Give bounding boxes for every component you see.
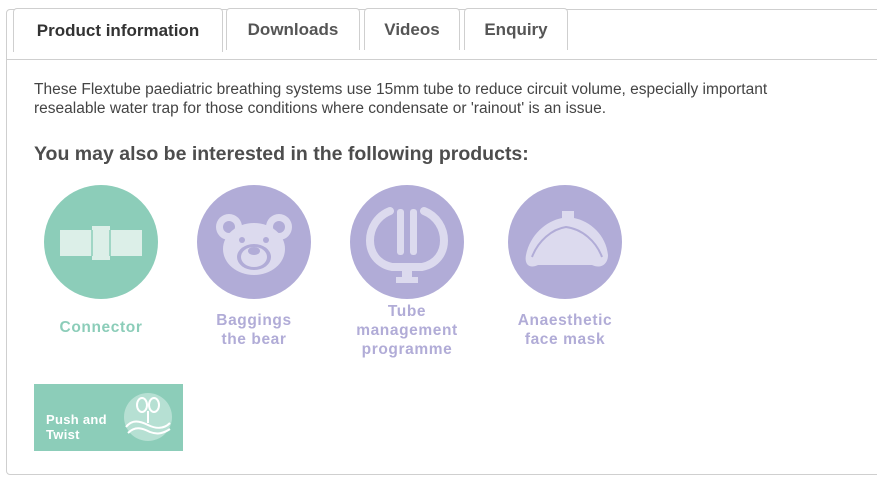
- tab-label: Videos: [384, 19, 440, 39]
- tab-label: Product information: [36, 20, 200, 40]
- description-line: These Flextube paediatric breathing syst…: [34, 81, 768, 98]
- tube-management-icon: [350, 185, 464, 299]
- tab-videos[interactable]: Videos: [364, 8, 460, 50]
- connector-icon: [44, 185, 158, 299]
- product-label-line: face mask: [524, 331, 606, 348]
- product-label-line: programme: [361, 341, 453, 358]
- push-and-twist-line: Twist: [46, 427, 80, 442]
- product-label: Connector: [31, 318, 171, 337]
- product-description: These Flextube paediatric breathing syst…: [34, 80, 877, 118]
- face-mask-icon: [508, 185, 622, 299]
- related-products-heading: You may also be interested in the follow…: [34, 143, 529, 165]
- product-label-line: Baggings: [216, 312, 292, 329]
- bear-icon: [197, 185, 311, 299]
- product-label-line: Tube: [387, 303, 427, 320]
- product-label: Anaesthetic face mask: [495, 311, 635, 349]
- related-product-anaesthetic-face-mask[interactable]: Anaesthetic face mask: [495, 185, 635, 349]
- tab-enquiry[interactable]: Enquiry: [464, 8, 568, 50]
- tab-label: Enquiry: [484, 19, 548, 39]
- product-label: Tube management programme: [337, 302, 477, 359]
- push-and-twist-banner[interactable]: Push and Twist: [34, 384, 183, 451]
- push-and-twist-line: Push and: [46, 412, 107, 427]
- product-label: Baggings the bear: [184, 311, 324, 349]
- description-line: resealable water trap for those conditio…: [34, 100, 606, 117]
- tab-product-information[interactable]: Product information: [13, 8, 223, 52]
- related-product-tube-management-programme[interactable]: Tube management programme: [337, 185, 477, 359]
- related-product-baggings-the-bear[interactable]: Baggings the bear: [184, 185, 324, 349]
- tab-label: Downloads: [247, 19, 339, 39]
- push-twist-icon: [124, 393, 172, 441]
- related-product-connector[interactable]: Connector: [31, 185, 171, 337]
- tab-downloads[interactable]: Downloads: [226, 8, 360, 50]
- product-label-line: management: [356, 322, 458, 339]
- product-label-line: Connector: [59, 319, 143, 336]
- product-label-line: the bear: [221, 331, 287, 348]
- push-and-twist-label: Push and Twist: [46, 412, 107, 442]
- product-label-line: Anaesthetic: [517, 312, 613, 329]
